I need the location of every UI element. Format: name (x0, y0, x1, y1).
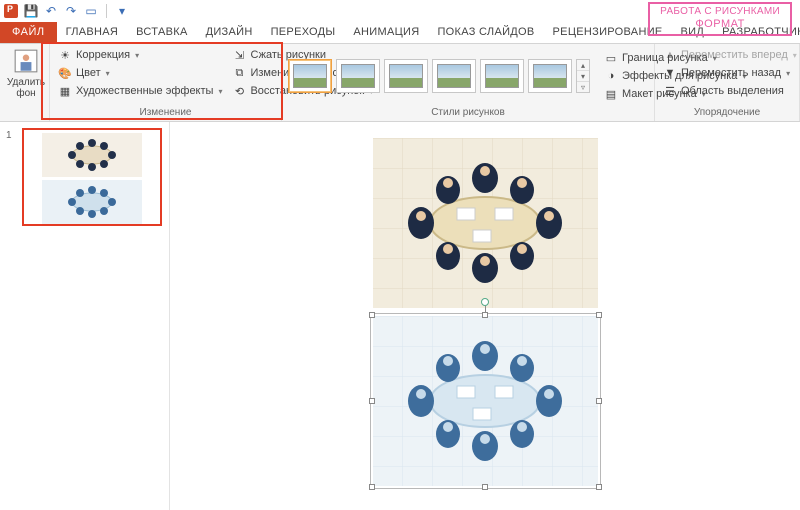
tab-home[interactable]: ГЛАВНАЯ (57, 22, 128, 43)
send-backward-button[interactable]: ▼ Переместить назад▾ (661, 65, 799, 81)
artistic-icon: ▦ (58, 84, 72, 98)
resize-handle-tc[interactable] (482, 312, 488, 318)
style-thumb-2[interactable] (336, 59, 380, 93)
style-thumb-1[interactable] (288, 59, 332, 93)
layout-icon: ▤ (604, 87, 618, 101)
send-backward-icon: ▼ (663, 66, 677, 80)
ribbon-tabs: ФАЙЛ ГЛАВНАЯ ВСТАВКА ДИЗАЙН ПЕРЕХОДЫ АНИ… (0, 22, 800, 44)
effects-icon: ◑ (604, 69, 618, 83)
resize-handle-mr[interactable] (596, 398, 602, 404)
undo-icon[interactable]: ↶ (44, 4, 58, 18)
redo-icon[interactable]: ↷ (64, 4, 78, 18)
context-tools-title: РАБОТА С РИСУНКАМИ (652, 4, 788, 17)
bring-forward-label: Переместить вперед (681, 49, 788, 61)
tab-format[interactable]: ФОРМАТ (652, 17, 788, 34)
slide-thumbnail-pane[interactable]: 1 (0, 122, 170, 510)
separator (106, 4, 107, 18)
group-remove-bg: Удалить фон (0, 44, 50, 121)
style-thumb-3[interactable] (384, 59, 428, 93)
workspace: 1 (0, 122, 800, 510)
slide-canvas (205, 132, 765, 486)
tab-design[interactable]: ДИЗАЙН (197, 22, 262, 43)
picture-original[interactable] (373, 138, 598, 308)
bring-forward-button[interactable]: ▲ Переместить вперед▾ (661, 47, 799, 63)
artistic-label: Художественные эффекты (76, 85, 213, 97)
picture-recolored-selected[interactable] (373, 316, 598, 486)
remove-background-label: Удалить фон (6, 77, 46, 99)
app-icon (4, 4, 18, 18)
reset-icon: ⟲ (232, 84, 246, 98)
qat-more-icon[interactable]: ▾ (115, 4, 129, 18)
slide-thumbnail-1[interactable] (22, 128, 162, 226)
group-styles-label: Стили рисунков (288, 105, 648, 121)
selection-pane-button[interactable]: ☰ Область выделения (661, 83, 799, 99)
resize-handle-tl[interactable] (369, 312, 375, 318)
rotate-handle[interactable] (481, 298, 489, 306)
remove-background-icon (12, 47, 40, 75)
slide-number: 1 (6, 130, 12, 141)
ribbon: Удалить фон ☀ Коррекция▾ 🎨 Цвет▾ ▦ Худож… (0, 44, 800, 122)
group-adjust: ☀ Коррекция▾ 🎨 Цвет▾ ▦ Художественные эф… (50, 44, 282, 121)
group-arrange-label: Упорядочение (661, 105, 793, 121)
bring-forward-icon: ▲ (663, 48, 677, 62)
resize-handle-bc[interactable] (482, 484, 488, 490)
send-backward-label: Переместить назад (681, 67, 781, 79)
color-label: Цвет (76, 67, 101, 79)
resize-handle-bl[interactable] (369, 484, 375, 490)
brightness-icon: ☀ (58, 48, 72, 62)
corrections-label: Коррекция (76, 49, 130, 61)
tab-slideshow[interactable]: ПОКАЗ СЛАЙДОВ (428, 22, 543, 43)
resize-handle-ml[interactable] (369, 398, 375, 404)
compress-icon: ⇲ (232, 48, 246, 62)
style-thumb-5[interactable] (480, 59, 524, 93)
tab-animation[interactable]: АНИМАЦИЯ (344, 22, 428, 43)
thumb-image-top (27, 133, 157, 177)
resize-handle-tr[interactable] (596, 312, 602, 318)
color-icon: 🎨 (58, 66, 72, 80)
gallery-more[interactable]: ▴▾▿ (576, 59, 590, 93)
resize-handle-br[interactable] (596, 484, 602, 490)
picture-tools-context: РАБОТА С РИСУНКАМИ ФОРМАТ (648, 2, 792, 36)
tab-file[interactable]: ФАЙЛ (0, 22, 57, 43)
change-picture-icon: ⧉ (232, 66, 246, 80)
artistic-effects-button[interactable]: ▦ Художественные эффекты▾ (56, 83, 224, 99)
group-arrange: ▲ Переместить вперед▾ ▼ Переместить наза… (655, 44, 800, 121)
slide-editor[interactable] (170, 122, 800, 510)
tab-transitions[interactable]: ПЕРЕХОДЫ (262, 22, 345, 43)
remove-background-button[interactable]: Удалить фон (6, 47, 46, 99)
save-icon[interactable]: 💾 (24, 4, 38, 18)
thumb-image-bottom (27, 180, 157, 224)
color-button[interactable]: 🎨 Цвет▾ (56, 65, 224, 81)
selection-pane-icon: ☰ (663, 84, 677, 98)
tab-insert[interactable]: ВСТАВКА (127, 22, 196, 43)
border-icon: ▭ (604, 51, 618, 65)
corrections-button[interactable]: ☀ Коррекция▾ (56, 47, 224, 63)
group-adjust-label: Изменение (56, 105, 275, 121)
style-thumb-6[interactable] (528, 59, 572, 93)
style-thumb-4[interactable] (432, 59, 476, 93)
selection-pane-label: Область выделения (681, 85, 784, 97)
slideshow-from-start-icon[interactable]: ▭ (84, 4, 98, 18)
